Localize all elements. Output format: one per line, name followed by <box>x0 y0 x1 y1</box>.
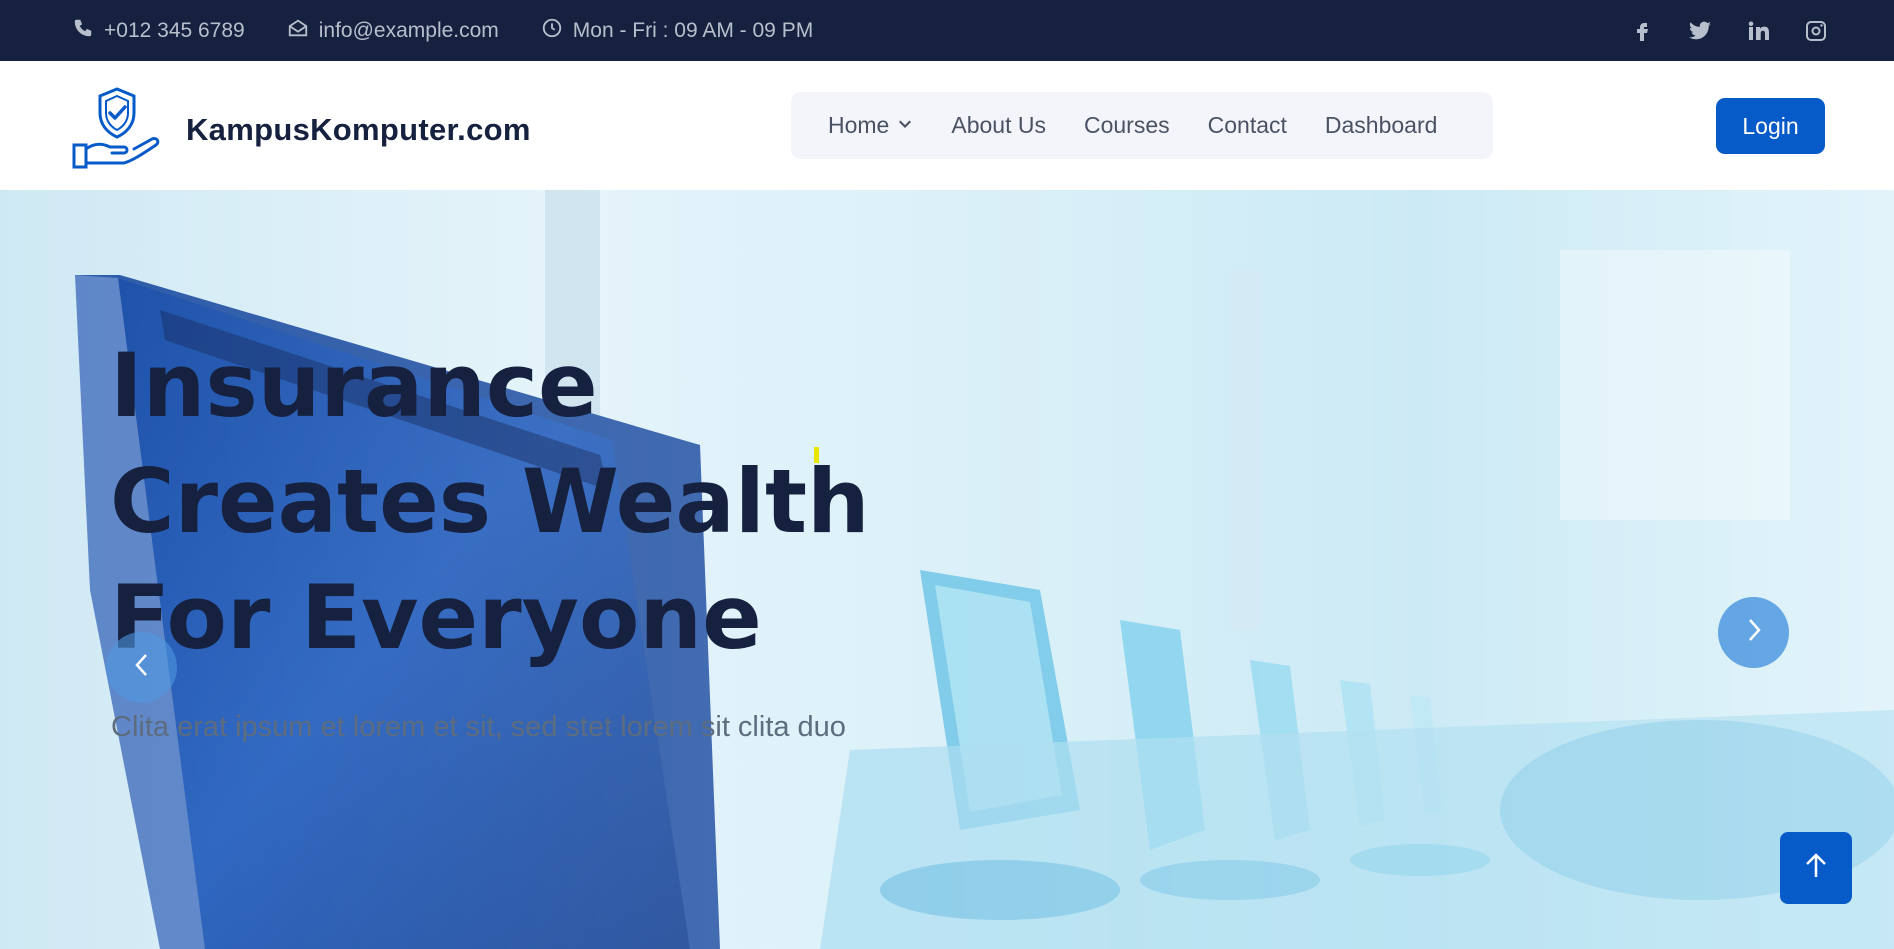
facebook-icon[interactable] <box>1630 19 1654 43</box>
instagram-icon[interactable] <box>1804 19 1828 43</box>
login-button[interactable]: Login <box>1716 98 1825 154</box>
nav-item-dashboard[interactable]: Dashboard <box>1325 112 1438 139</box>
nav-item-about-us[interactable]: About Us <box>951 112 1046 139</box>
phone-text: +012 345 6789 <box>104 18 245 42</box>
arrow-up-icon <box>1802 852 1830 885</box>
carousel-prev-button[interactable] <box>106 632 177 703</box>
chevron-right-icon <box>1741 617 1767 648</box>
hero-title: Insurance Creates Wealth For Everyone <box>110 328 910 676</box>
nav-item-courses[interactable]: Courses <box>1084 112 1170 139</box>
carousel-next-button[interactable] <box>1718 597 1789 668</box>
chevron-left-icon <box>129 652 155 683</box>
phone-icon <box>72 17 94 45</box>
hero-subtitle: Clita erat ipsum et lorem et sit, sed st… <box>111 711 846 743</box>
top-bar: +012 345 6789 info@example.com Mon - Fri… <box>0 0 1894 61</box>
hours-text: Mon - Fri : 09 AM - 09 PM <box>572 18 814 42</box>
phone-info: +012 345 6789 <box>72 17 245 45</box>
hero-title-line3: For Everyone <box>110 566 762 669</box>
hours-info: Mon - Fri : 09 AM - 09 PM <box>541 17 813 45</box>
shield-hand-icon <box>72 83 162 176</box>
hero-title-line2: Creates Wealth <box>110 450 870 553</box>
twitter-icon[interactable] <box>1688 19 1712 43</box>
hero-title-line1: Insurance <box>110 334 598 437</box>
envelope-open-icon <box>287 17 309 45</box>
main-nav: Home About Us Courses Contact Dashboard <box>791 92 1493 159</box>
main-header: KampusKomputer.com Home About Us Courses… <box>0 61 1894 190</box>
linkedin-icon[interactable] <box>1746 19 1770 43</box>
brand[interactable]: KampusKomputer.com <box>72 83 531 176</box>
chevron-down-icon <box>897 112 913 139</box>
email-info: info@example.com <box>287 17 499 45</box>
email-text: info@example.com <box>318 18 499 42</box>
back-to-top-button[interactable] <box>1780 832 1852 904</box>
nav-item-home[interactable]: Home <box>828 112 913 139</box>
nav-item-label: Home <box>828 112 890 138</box>
social-links <box>1630 0 1828 61</box>
nav-item-contact[interactable]: Contact <box>1208 112 1287 139</box>
brand-name: KampusKomputer.com <box>186 111 531 147</box>
contact-info: +012 345 6789 info@example.com Mon - Fri… <box>72 17 813 45</box>
clock-icon <box>541 17 563 45</box>
